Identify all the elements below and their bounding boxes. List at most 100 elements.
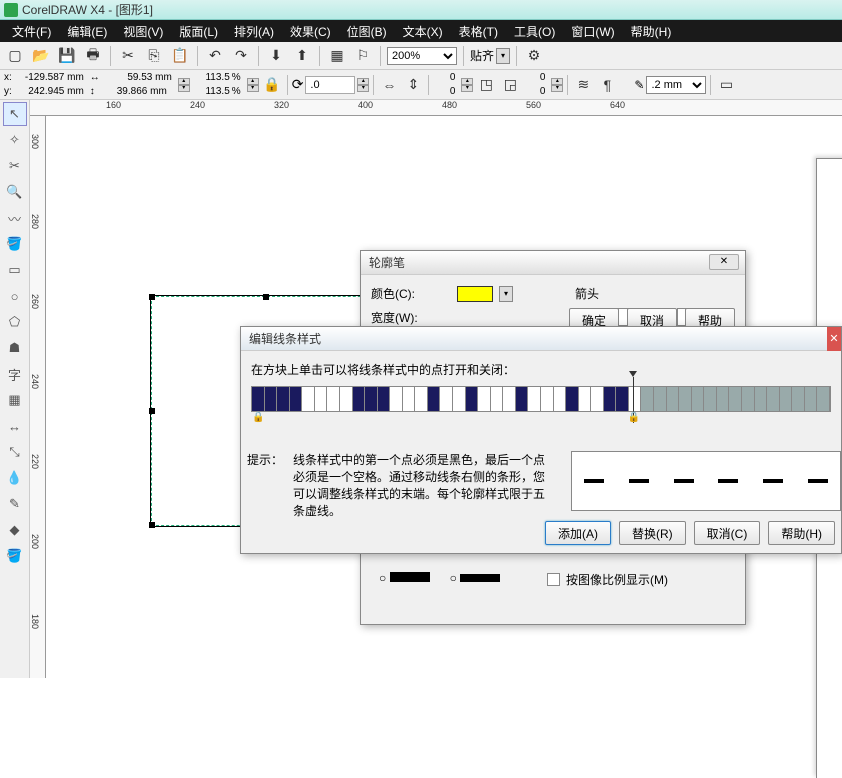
outline-width-select[interactable]: .2 mm xyxy=(646,76,706,94)
menu-tools[interactable]: 工具(O) xyxy=(506,23,563,40)
freehand-tool[interactable]: 〰 xyxy=(3,206,27,230)
crop-tool[interactable]: ✂ xyxy=(3,154,27,178)
b-input[interactable] xyxy=(433,86,455,97)
menu-effects[interactable]: 效果(C) xyxy=(282,23,339,40)
paste-button[interactable]: 📋 xyxy=(169,45,191,67)
c-input[interactable] xyxy=(523,72,545,83)
menu-edit[interactable]: 编辑(E) xyxy=(59,23,115,40)
open-button[interactable]: 📂 xyxy=(30,45,52,67)
menu-view[interactable]: 视图(V) xyxy=(115,23,171,40)
export-button[interactable]: ⬆ xyxy=(291,45,313,67)
replace-button[interactable]: 替换(R) xyxy=(619,521,686,545)
menu-help[interactable]: 帮助(H) xyxy=(623,23,680,40)
size-spinner[interactable]: ▴▾ xyxy=(178,78,190,92)
title-bar: CorelDRAW X4 - [图形1] xyxy=(0,0,842,20)
welcome-button[interactable]: ⚐ xyxy=(352,45,374,67)
ellipse-tool[interactable]: ○ xyxy=(3,284,27,308)
x-input[interactable] xyxy=(14,72,84,83)
color-swatch[interactable] xyxy=(457,286,493,302)
line-style-close-button[interactable]: ✕ xyxy=(827,327,841,351)
wrap-text-button[interactable]: ¶ xyxy=(596,74,618,96)
connector-tool[interactable]: ⤡ xyxy=(3,440,27,464)
scale-spinner[interactable]: ▴▾ xyxy=(247,78,259,92)
a-input[interactable] xyxy=(433,72,455,83)
add-button[interactable]: 添加(A) xyxy=(545,521,611,545)
extra-button[interactable]: ▭ xyxy=(715,74,737,96)
basic-shapes-tool[interactable]: ☗ xyxy=(3,336,27,360)
pen-icon: ✎ xyxy=(634,78,644,92)
snap-label[interactable]: 贴齐 xyxy=(470,47,494,64)
scale-y-input[interactable] xyxy=(192,86,230,97)
menu-bitmap[interactable]: 位图(B) xyxy=(339,23,395,40)
help-button[interactable]: 帮助(H) xyxy=(768,521,835,545)
tip-text: 线条样式中的第一个点必须是黑色，最后一个点必须是一个空格。通过移动线条右侧的条形… xyxy=(293,451,547,519)
corner2-icon[interactable]: ◲ xyxy=(499,74,521,96)
lock-start-icon: 🔒 xyxy=(252,412,264,423)
menu-layout[interactable]: 版面(L) xyxy=(171,23,226,40)
to-curve-button[interactable]: ≋ xyxy=(572,74,594,96)
d-input[interactable] xyxy=(523,86,545,97)
table-tool[interactable]: ▦ xyxy=(3,388,27,412)
arrow-label: 箭头 xyxy=(575,285,599,302)
width-input[interactable] xyxy=(102,72,172,83)
cut-button[interactable]: ✂ xyxy=(117,45,139,67)
line-style-title[interactable]: 编辑线条样式 xyxy=(241,327,841,351)
options-button[interactable]: ⚙ xyxy=(523,45,545,67)
outline-dialog-title[interactable]: 轮廓笔 xyxy=(361,251,745,275)
vertical-ruler[interactable]: 300 280 260 240 220 200 180 xyxy=(30,116,46,678)
pattern-preview xyxy=(571,451,841,511)
copy-button[interactable]: ⎘ xyxy=(143,45,165,67)
lock-end-icon: 🔒 xyxy=(628,412,640,423)
mirror-h-button[interactable]: ⇔ xyxy=(378,74,400,96)
print-button[interactable]: 🖶 xyxy=(82,45,104,67)
pattern-editor[interactable]: 🔒 🔒 xyxy=(251,386,831,412)
app-launcher-button[interactable]: ▦ xyxy=(326,45,348,67)
fill-tool[interactable]: ◆ xyxy=(3,518,27,542)
outline-close-button[interactable]: ✕ xyxy=(709,254,739,270)
app-icon xyxy=(4,3,18,17)
rectangle-tool[interactable]: ▭ xyxy=(3,258,27,282)
snap-dropdown[interactable]: ▾ xyxy=(496,48,510,64)
text-tool[interactable]: 字 xyxy=(3,362,27,386)
scale-x-input[interactable] xyxy=(192,72,230,83)
zoom-select[interactable]: 200% xyxy=(387,47,457,65)
tip-label: 提示： xyxy=(247,451,283,519)
pick-tool[interactable]: ↖ xyxy=(3,102,27,126)
size-coords: ↔ ↕ xyxy=(90,71,172,99)
import-button[interactable]: ⬇ xyxy=(265,45,287,67)
eyedropper-tool[interactable]: 💧 xyxy=(3,466,27,490)
menu-arrange[interactable]: 排列(A) xyxy=(226,23,282,40)
scale-coords: % % xyxy=(192,71,241,99)
save-button[interactable]: 💾 xyxy=(56,45,78,67)
horizontal-ruler[interactable]: 160 240 320 400 480 560 640 xyxy=(30,100,842,116)
polygon-tool[interactable]: ⬠ xyxy=(3,310,27,334)
dimension-tool[interactable]: ↔ xyxy=(3,414,27,438)
standard-toolbar: ▢ 📂 💾 🖶 ✂ ⎘ 📋 ↶ ↷ ⬇ ⬆ ▦ ⚐ 200% 贴齐▾ ⚙ xyxy=(0,42,842,70)
menu-text[interactable]: 文本(X) xyxy=(395,23,451,40)
outline-tool[interactable]: ✎ xyxy=(3,492,27,516)
app-title: CorelDRAW X4 - [图形1] xyxy=(22,1,153,18)
menu-file[interactable]: 文件(F) xyxy=(4,23,59,40)
color-label: 颜色(C): xyxy=(371,285,415,302)
new-button[interactable]: ▢ xyxy=(4,45,26,67)
lock-ratio-button[interactable]: 🔒 xyxy=(261,74,283,96)
redo-button[interactable]: ↷ xyxy=(230,45,252,67)
color-dropdown[interactable]: ▾ xyxy=(499,286,513,302)
width-label: 宽度(W): xyxy=(371,309,418,326)
ratio-checkbox[interactable] xyxy=(547,573,560,586)
menu-window[interactable]: 窗口(W) xyxy=(563,23,622,40)
rotation-spinner[interactable]: ▴▾ xyxy=(357,78,369,92)
interactive-fill-tool[interactable]: 🪣 xyxy=(3,544,27,568)
corner-icon[interactable]: ◳ xyxy=(475,74,497,96)
undo-button[interactable]: ↶ xyxy=(204,45,226,67)
smart-fill-tool[interactable]: 🪣 xyxy=(3,232,27,256)
toolbox: ↖ ✧ ✂ 🔍 〰 🪣 ▭ ○ ⬠ ☗ 字 ▦ ↔ ⤡ 💧 ✎ ◆ 🪣 xyxy=(0,100,30,678)
height-input[interactable] xyxy=(97,86,167,97)
mirror-v-button[interactable]: ⇕ xyxy=(402,74,424,96)
shape-tool[interactable]: ✧ xyxy=(3,128,27,152)
rotation-input[interactable] xyxy=(305,76,355,94)
menu-table[interactable]: 表格(T) xyxy=(451,23,506,40)
y-input[interactable] xyxy=(14,86,84,97)
cancel-button[interactable]: 取消(C) xyxy=(694,521,761,545)
zoom-tool[interactable]: 🔍 xyxy=(3,180,27,204)
